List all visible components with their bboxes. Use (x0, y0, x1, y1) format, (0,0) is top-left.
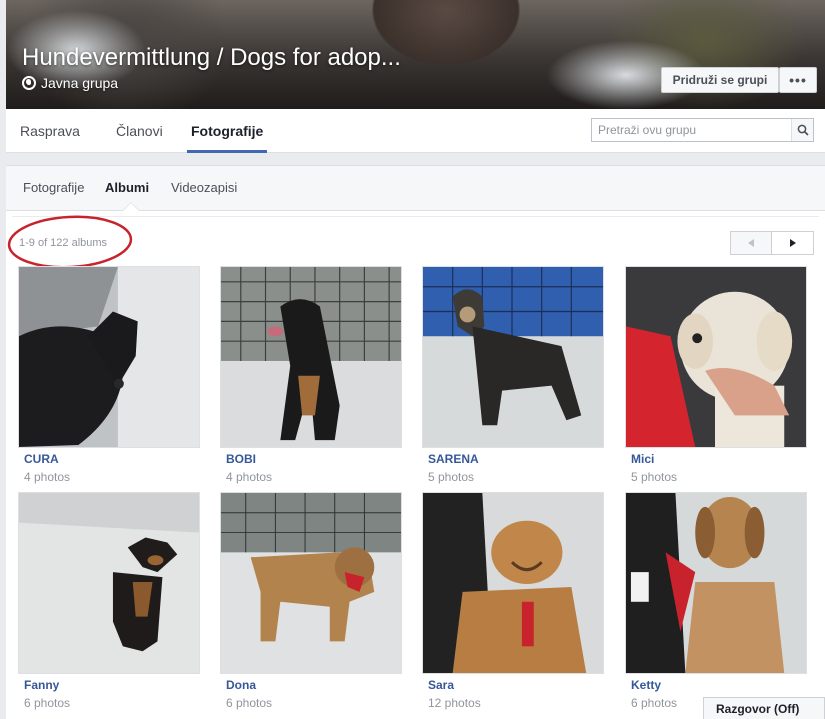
album-thumbnail[interactable] (18, 266, 200, 448)
album-photo-count: 5 photos (631, 470, 678, 484)
album-count-area: 1-9 of 122 albums (6, 212, 146, 272)
group-privacy: Javna grupa (22, 75, 118, 91)
chevron-left-icon (748, 239, 754, 247)
pager-prev-button[interactable] (730, 231, 772, 255)
album-title[interactable]: Dona (226, 678, 256, 692)
album-photo-count: 4 photos (226, 470, 273, 484)
dog-photo (221, 267, 401, 447)
album-photo-count: 6 photos (631, 696, 678, 710)
album-thumbnail[interactable] (220, 266, 402, 448)
album-thumbnail[interactable] (220, 492, 402, 674)
search-icon (797, 124, 809, 136)
album-thumbnail[interactable] (422, 266, 604, 448)
group-title[interactable]: Hundevermittlung / Dogs for adop... (22, 44, 401, 72)
album-photo-count: 12 photos (428, 696, 481, 710)
active-tab-caret (123, 203, 139, 211)
album-thumbnail[interactable] (18, 492, 200, 674)
album-title[interactable]: SARENA (428, 452, 479, 466)
dog-photo (221, 493, 401, 673)
album-card: Sara 12 photos (422, 492, 604, 712)
dog-photo (19, 493, 199, 673)
album-title[interactable]: Sara (428, 678, 454, 692)
photos-subnav: Fotografije Albumi Videozapisi (6, 166, 825, 211)
album-title[interactable]: BOBI (226, 452, 256, 466)
globe-icon (22, 76, 36, 90)
tab-members[interactable]: Članovi (116, 109, 163, 153)
chevron-right-icon (789, 239, 796, 247)
more-options-button[interactable]: ••• (779, 67, 817, 93)
dog-photo (423, 493, 603, 673)
album-card: SARENA 5 photos (422, 266, 604, 486)
dog-photo (626, 493, 806, 673)
album-photo-count: 5 photos (428, 470, 475, 484)
group-search (591, 118, 814, 142)
group-privacy-label: Javna grupa (41, 75, 119, 91)
album-title[interactable]: CURA (24, 452, 59, 466)
tab-photos[interactable]: Fotografije (187, 109, 268, 153)
album-photo-count: 6 photos (24, 696, 71, 710)
chat-bar[interactable]: Razgovor (Off) (703, 697, 825, 719)
album-card: CURA 4 photos (18, 266, 200, 486)
album-card: BOBI 4 photos (220, 266, 402, 486)
album-card: Dona 6 photos (220, 492, 402, 712)
album-thumbnail[interactable] (625, 492, 807, 674)
group-search-input[interactable] (592, 119, 791, 141)
pager-next-button[interactable] (772, 231, 814, 255)
album-title[interactable]: Fanny (24, 678, 59, 692)
dog-photo (19, 267, 199, 447)
group-cover-photo: Hundevermittlung / Dogs for adop... Javn… (6, 0, 825, 109)
album-card: Ketty 6 photos (625, 492, 807, 712)
join-group-button[interactable]: Pridruži se grupi (661, 67, 779, 93)
dog-photo (626, 267, 806, 447)
tab-discussion[interactable]: Rasprava (20, 109, 80, 153)
subtab-videos[interactable]: Videozapisi (171, 166, 237, 210)
album-title[interactable]: Mici (631, 452, 654, 466)
album-photo-count: 4 photos (24, 470, 71, 484)
album-thumbnail[interactable] (625, 266, 807, 448)
photos-panel: Fotografije Albumi Videozapisi 1-9 of 12… (6, 165, 825, 719)
album-card: Mici 5 photos (625, 266, 807, 486)
subtab-photos[interactable]: Fotografije (23, 166, 84, 210)
album-card: Fanny 6 photos (18, 492, 200, 712)
album-count-label: 1-9 of 122 albums (19, 237, 108, 249)
album-photo-count: 6 photos (226, 696, 273, 710)
album-title[interactable]: Ketty (631, 678, 661, 692)
search-button[interactable] (791, 119, 813, 141)
dog-photo (423, 267, 603, 447)
group-nav: Rasprava Članovi Fotografije (6, 109, 825, 153)
album-thumbnail[interactable] (422, 492, 604, 674)
